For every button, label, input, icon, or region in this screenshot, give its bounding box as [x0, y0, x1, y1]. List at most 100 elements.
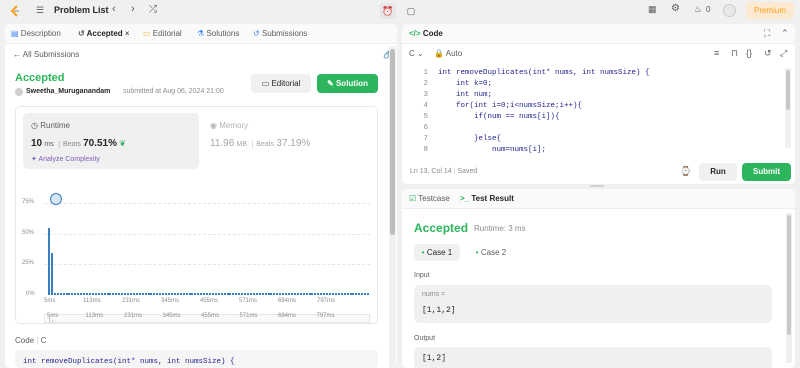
chart-bar[interactable]: [65, 292, 68, 295]
chart-bar[interactable]: [361, 292, 364, 295]
chart-bar[interactable]: [340, 292, 343, 295]
chart-bar[interactable]: [326, 292, 329, 295]
chart-bar[interactable]: [188, 292, 191, 295]
chart-bar[interactable]: [203, 292, 206, 295]
chart-bar[interactable]: [209, 292, 211, 295]
chart-bar[interactable]: [168, 292, 171, 295]
your-submission-marker-avatar[interactable]: [50, 193, 62, 205]
chart-bar[interactable]: [323, 292, 326, 295]
chart-bar[interactable]: [217, 292, 220, 295]
streak-fire-icon[interactable]: ♨: [694, 4, 702, 15]
chart-bar[interactable]: [223, 292, 226, 295]
chart-bar[interactable]: [141, 292, 144, 295]
chart-bar[interactable]: [138, 292, 141, 295]
chart-bar[interactable]: [285, 292, 288, 295]
playground-icon[interactable]: ⌚: [680, 166, 691, 177]
chart-bar[interactable]: [127, 292, 130, 295]
chart-bar[interactable]: [144, 292, 147, 295]
chart-bar[interactable]: [270, 292, 273, 295]
chart-bar[interactable]: [349, 292, 352, 295]
chart-bar[interactable]: [100, 292, 103, 295]
chart-bar[interactable]: [118, 292, 121, 295]
layout-icon[interactable]: ▦: [648, 4, 657, 15]
tab-solutions[interactable]: ⚗ Solutions: [197, 25, 239, 43]
tab-accepted[interactable]: ↺ Accepted ×: [78, 25, 130, 43]
chart-bar[interactable]: [267, 292, 270, 295]
chart-bar[interactable]: [293, 292, 296, 295]
fullscreen-icon[interactable]: ⤢: [780, 48, 787, 59]
memory-box[interactable]: ◉ Memory 11.96 MB Beats 37.19%: [208, 113, 372, 169]
chart-bar[interactable]: [150, 292, 153, 295]
chart-bar[interactable]: [129, 292, 132, 295]
chart-bar[interactable]: [317, 292, 320, 295]
chart-bar[interactable]: [346, 292, 349, 295]
chart-bar[interactable]: [238, 292, 241, 295]
chart-bar[interactable]: [83, 292, 86, 295]
chart-bar[interactable]: [337, 292, 340, 295]
submit-button[interactable]: Submit: [742, 163, 791, 181]
chart-bar[interactable]: [159, 292, 162, 295]
chart-bar[interactable]: [106, 292, 109, 295]
chart-bar[interactable]: [94, 292, 97, 295]
chart-bar[interactable]: [185, 292, 188, 295]
chart-bar[interactable]: [77, 292, 80, 295]
result-scrollbar[interactable]: [786, 213, 792, 363]
chart-bar[interactable]: [170, 292, 173, 295]
premium-button[interactable]: Premium: [746, 2, 794, 19]
chart-bar[interactable]: [156, 292, 159, 295]
chart-bar[interactable]: [179, 292, 182, 295]
chart-bar[interactable]: [176, 292, 179, 295]
auto-mode-toggle[interactable]: 🔒 Auto: [434, 49, 462, 58]
chart-bar[interactable]: [206, 292, 209, 295]
chart-bar[interactable]: [115, 292, 118, 295]
editorial-button[interactable]: ▭ Editorial: [251, 74, 311, 93]
chart-bar[interactable]: [364, 292, 367, 295]
tab-submissions[interactable]: ↺ Submissions: [253, 25, 307, 43]
chart-bar[interactable]: [50, 252, 53, 295]
editor-scrollbar-thumb[interactable]: [786, 70, 790, 110]
chart-bar[interactable]: [53, 292, 56, 295]
chart-bar[interactable]: [258, 292, 261, 295]
chart-bar[interactable]: [211, 292, 214, 295]
code-area[interactable]: 1 int removeDuplicates(int* nums, int num…: [402, 68, 782, 158]
chart-bar[interactable]: [109, 292, 112, 295]
chart-bar[interactable]: [314, 292, 317, 295]
chart-bar[interactable]: [255, 292, 258, 295]
chart-bar[interactable]: [86, 292, 89, 295]
runtime-box[interactable]: ◷ Runtime 10 ms Beats 70.51% ❦ ✦ Analyze…: [23, 113, 199, 169]
chart-bar[interactable]: [226, 292, 229, 295]
chart-bar[interactable]: [191, 292, 194, 295]
problem-list-link[interactable]: Problem List: [54, 5, 109, 15]
chart-bar[interactable]: [103, 292, 106, 295]
chart-bar[interactable]: [241, 292, 244, 295]
chart-bar[interactable]: [249, 292, 252, 295]
analyze-complexity-link[interactable]: ✦ Analyze Complexity: [31, 155, 100, 163]
chart-bar[interactable]: [320, 292, 323, 295]
case-2-tab[interactable]: • Case 2: [468, 244, 514, 261]
chart-bar[interactable]: [80, 292, 83, 295]
chart-bar[interactable]: [132, 292, 135, 295]
editor-scrollbar[interactable]: [785, 68, 791, 148]
close-tab-icon[interactable]: ×: [125, 29, 130, 38]
chart-bar[interactable]: [290, 292, 293, 295]
chart-bar[interactable]: [261, 292, 264, 295]
chart-bar[interactable]: [252, 292, 255, 295]
back-to-submissions[interactable]: ← All Submissions: [13, 50, 79, 59]
chart-bar[interactable]: [367, 292, 370, 295]
chart-bar[interactable]: [247, 292, 250, 295]
chart-bar[interactable]: [68, 292, 71, 295]
chart-bar[interactable]: [48, 228, 50, 295]
chart-bar[interactable]: [121, 292, 124, 295]
chart-bar[interactable]: [282, 292, 285, 295]
notes-icon[interactable]: ▢: [404, 3, 418, 19]
chart-bar[interactable]: [56, 292, 59, 295]
tab-description[interactable]: ▤ Description: [11, 25, 61, 43]
chart-bar[interactable]: [173, 292, 176, 295]
username[interactable]: Sweetha_Muruganandam: [26, 88, 110, 95]
tab-test-result[interactable]: >_ Test Result: [460, 194, 514, 203]
chart-bar[interactable]: [352, 292, 355, 295]
chart-bar[interactable]: [59, 292, 62, 295]
shuffle-icon[interactable]: ⤮: [149, 4, 157, 15]
tab-testcase[interactable]: ☑ Testcase: [409, 194, 450, 203]
chart-bar[interactable]: [124, 292, 127, 295]
